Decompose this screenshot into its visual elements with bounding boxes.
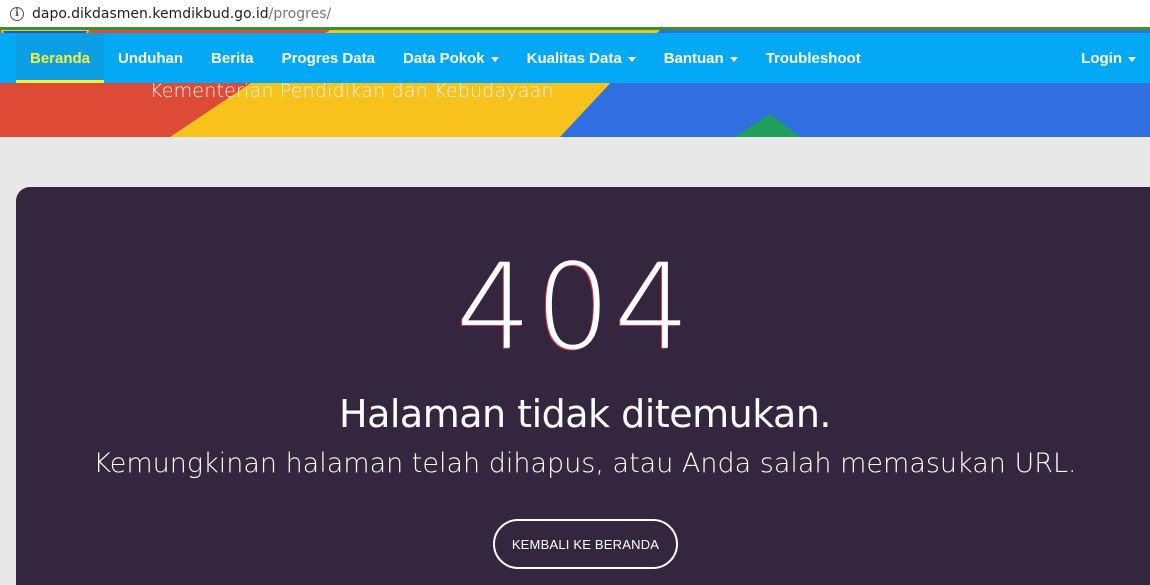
- nav-bantuan-label: Bantuan: [663, 49, 724, 67]
- nav-beranda[interactable]: Beranda: [16, 33, 105, 83]
- info-icon[interactable]: i: [10, 6, 24, 21]
- nav-progres-data[interactable]: Progres Data: [268, 33, 389, 83]
- nav-login-label: Login: [1081, 49, 1122, 67]
- url-host: dapo.dikdasmen.kemdikbud.go.id: [32, 5, 269, 22]
- nav-bantuan[interactable]: Bantuan: [650, 33, 752, 83]
- main-navbar: Beranda Unduhan Berita Progres Data Data…: [0, 33, 1150, 83]
- error-title: Halaman tidak ditemukan.: [339, 392, 831, 436]
- nav-kualitas-data-label: Kualitas Data: [526, 49, 622, 67]
- error-code: 404: [456, 238, 694, 376]
- banner-subtitle: Kementerian Pendidikan dan Kebudayaan: [150, 80, 554, 102]
- nav-data-pokok-label: Data Pokok: [402, 49, 485, 67]
- caret-down-icon: [627, 56, 636, 62]
- nav-troubleshoot[interactable]: Troubleshoot: [752, 33, 875, 83]
- caret-down-icon: [1128, 56, 1136, 62]
- back-to-home-button[interactable]: KEMBALI KE BERANDA: [493, 519, 678, 569]
- error-description: Kemungkinan halaman telah dihapus, atau …: [93, 448, 1077, 479]
- url-path: /progres/: [268, 5, 332, 22]
- caret-down-icon: [490, 56, 499, 62]
- nav-login[interactable]: Login: [1067, 33, 1150, 83]
- url-text[interactable]: dapo.dikdasmen.kemdikbud.go.id/progres/: [32, 6, 331, 22]
- address-bar[interactable]: i dapo.dikdasmen.kemdikbud.go.id/progres…: [0, 0, 1150, 30]
- nav-berita[interactable]: Berita: [197, 33, 268, 83]
- nav-kualitas-data[interactable]: Kualitas Data: [513, 33, 650, 83]
- nav-data-pokok[interactable]: Data Pokok: [389, 33, 513, 83]
- caret-down-icon: [729, 56, 738, 62]
- nav-unduhan[interactable]: Unduhan: [104, 33, 197, 83]
